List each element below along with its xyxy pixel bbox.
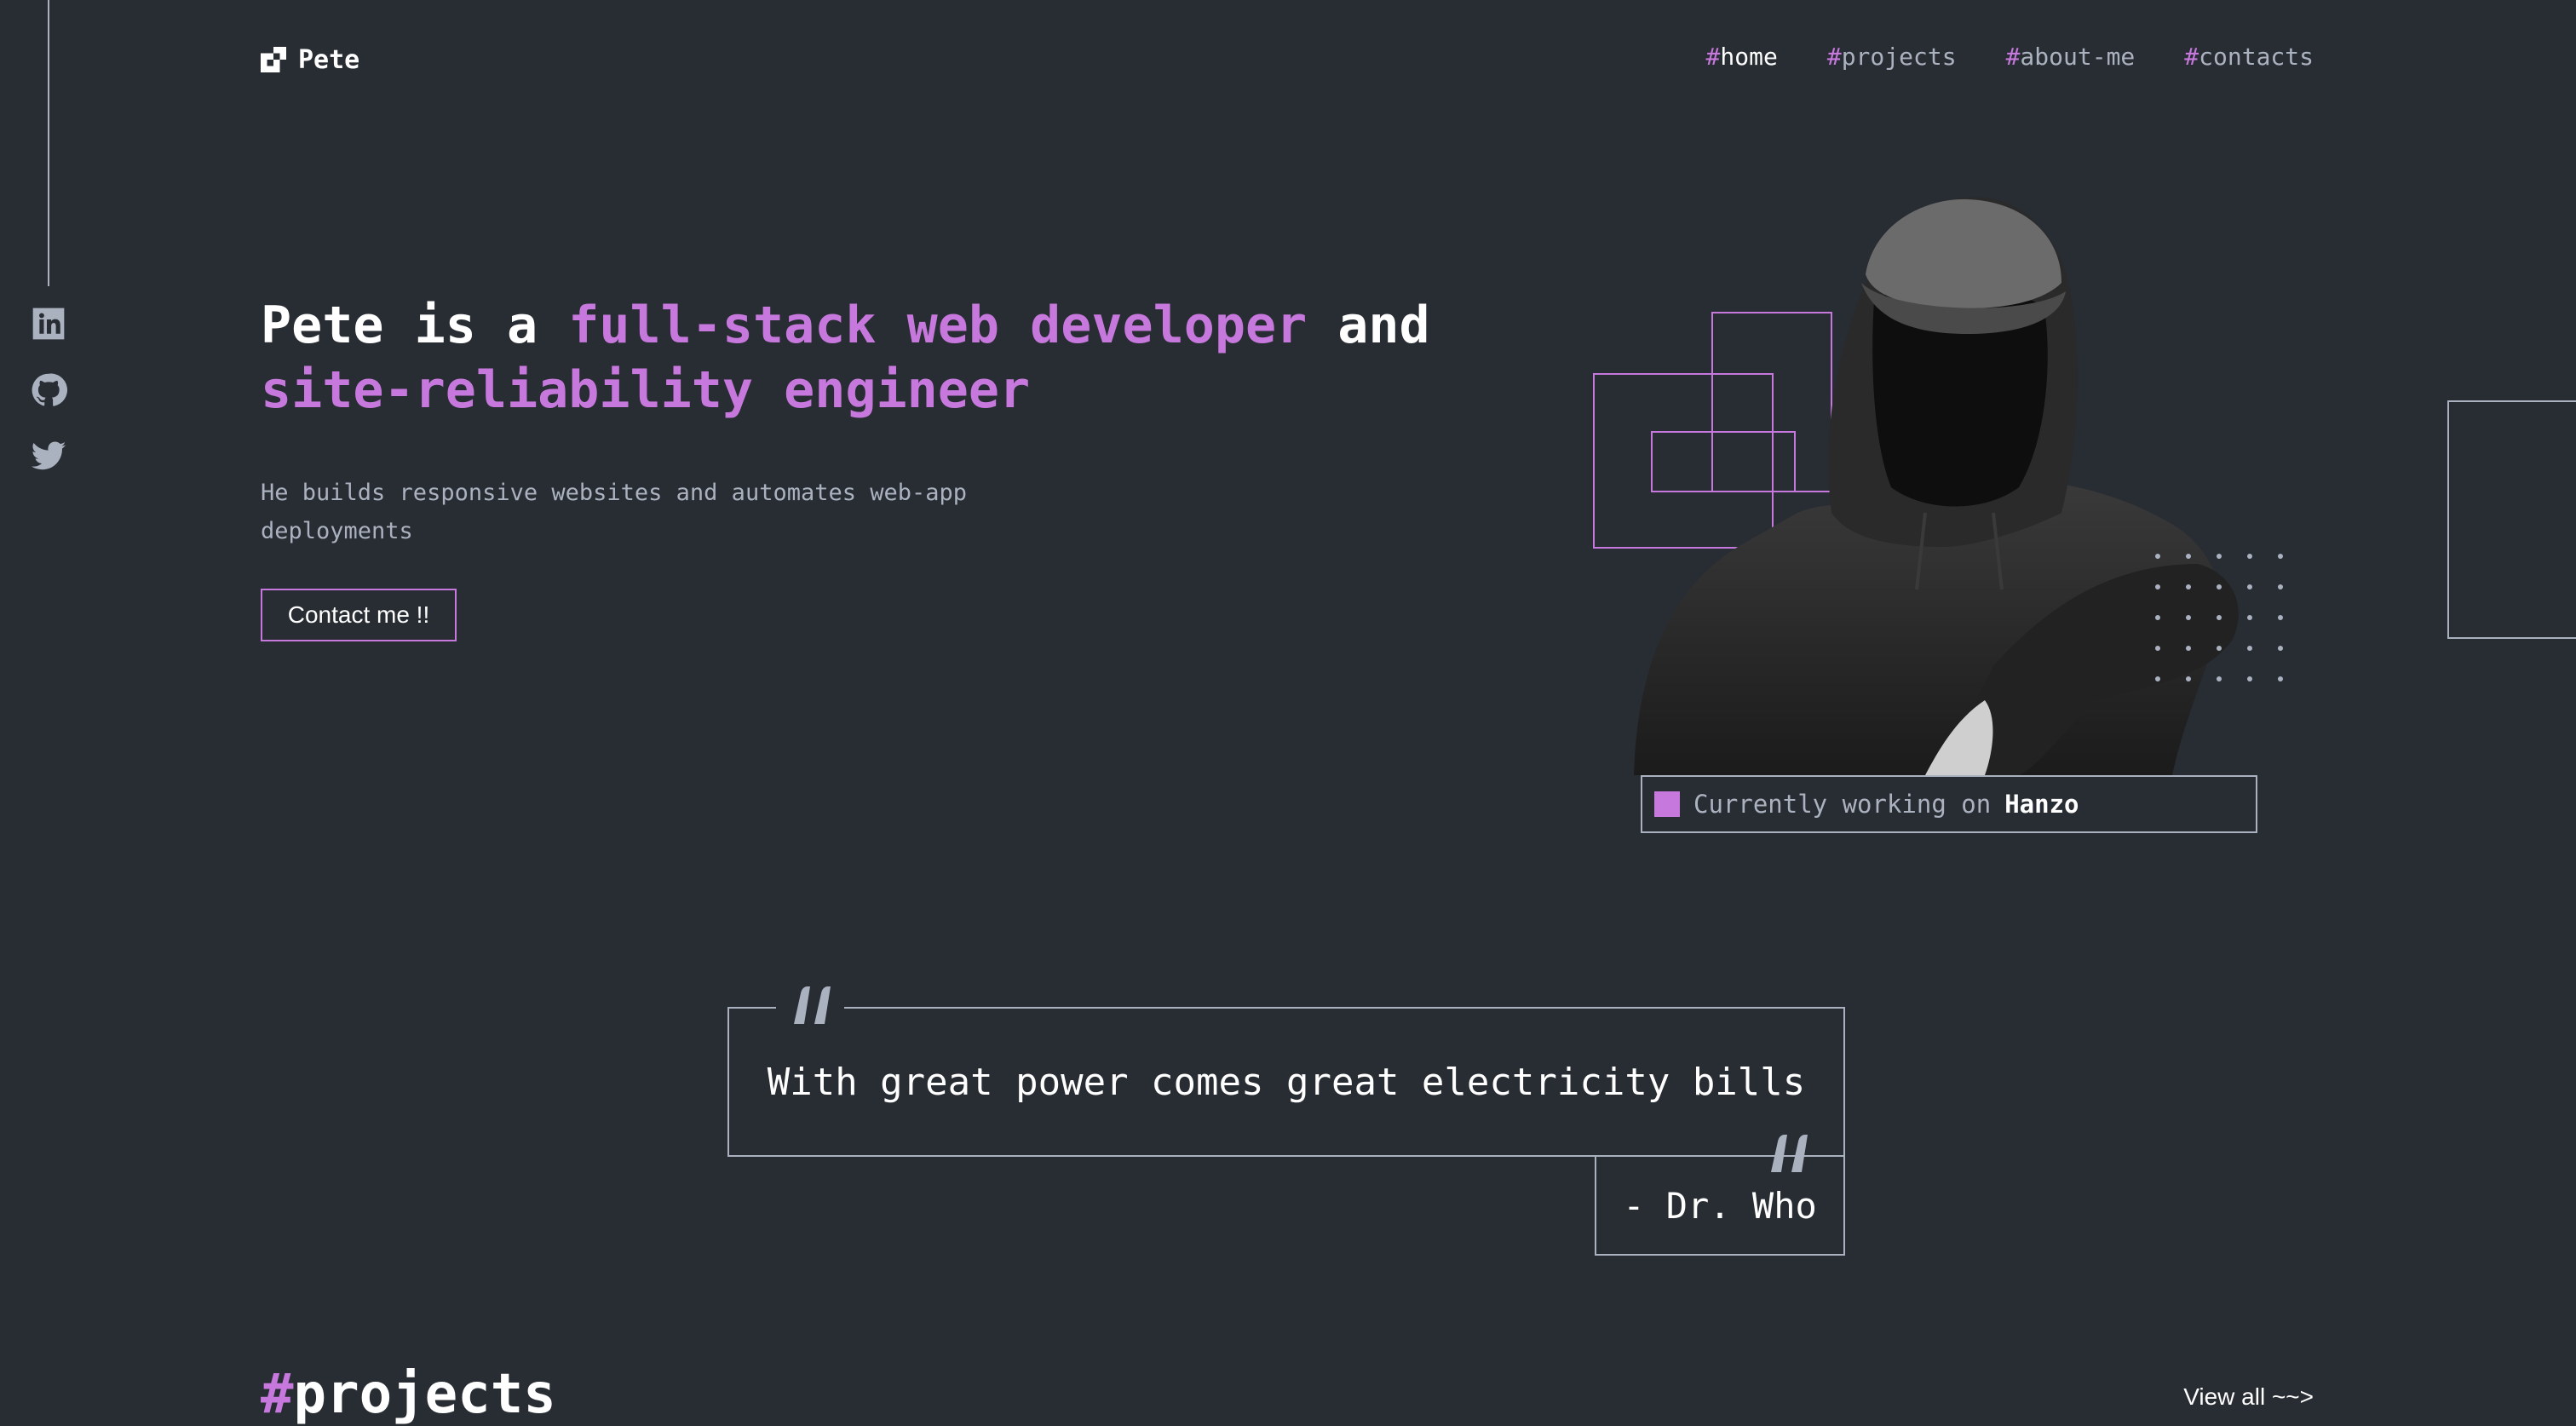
hero-headline: Pete is a full-stack web developer and si… [261, 296, 1430, 420]
linkedin-icon [32, 308, 65, 340]
nav-home[interactable]: #home [1706, 43, 1778, 71]
logo[interactable]: Pete [261, 44, 359, 75]
nav-contacts[interactable]: #contacts [2184, 43, 2314, 71]
twitter-link[interactable] [29, 437, 68, 476]
main-nav: #home #projects #about-me #contacts [1706, 43, 2314, 71]
quote-author: - Dr. Who [1595, 1155, 1845, 1256]
status-prefix: Currently working on [1693, 790, 1992, 819]
dot-grid [2155, 554, 2291, 699]
decor-right-frame [2447, 400, 2576, 639]
contact-me-button[interactable]: Contact me !! [261, 589, 457, 641]
status-project: Hanzo [2004, 790, 2079, 819]
logo-text: Pete [298, 44, 360, 75]
twitter-icon [31, 441, 66, 470]
linkedin-link[interactable] [29, 304, 68, 343]
nav-projects[interactable]: #projects [1827, 43, 1957, 71]
hero-subtext: He builds responsive websites and automa… [261, 480, 968, 544]
projects-section-title: #projects [261, 1363, 556, 1426]
quote-text: With great power comes great electricity… [767, 1060, 1806, 1104]
nav-about-me[interactable]: #about-me [2006, 43, 2136, 71]
view-all-link[interactable]: View all ~~> [2183, 1383, 2314, 1411]
github-link[interactable] [29, 371, 68, 410]
github-icon [32, 373, 67, 406]
social-rail-line [48, 0, 49, 286]
logo-icon [261, 47, 286, 72]
open-quote-icon [776, 980, 844, 1031]
current-work-status: Currently working on Hanzo [1641, 775, 2257, 833]
status-square-icon [1654, 791, 1680, 817]
